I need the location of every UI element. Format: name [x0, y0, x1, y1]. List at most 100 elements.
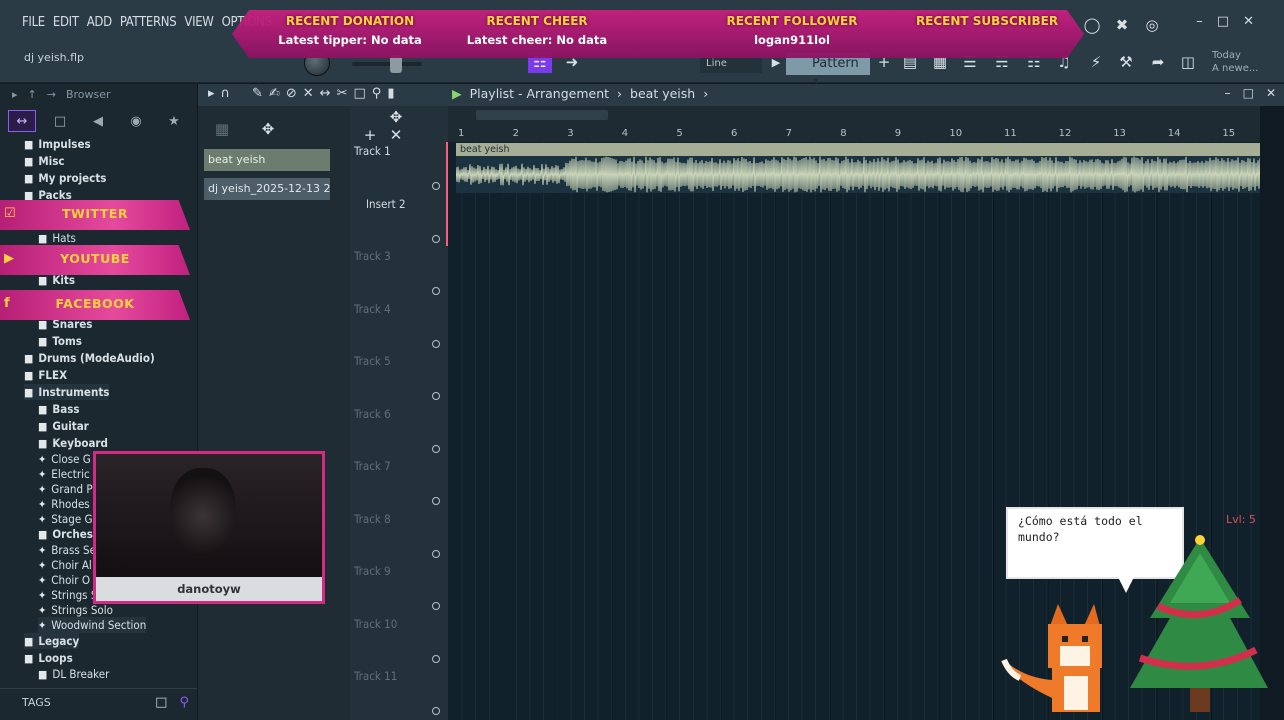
track-name[interactable]: Insert 2 — [366, 197, 406, 211]
maximize-icon[interactable]: □ — [1217, 14, 1229, 29]
speaker-tab[interactable]: ◀ — [84, 110, 112, 132]
browser-item[interactable]: ■ DL Breaker — [38, 666, 109, 682]
share-icon[interactable]: ➦ — [1146, 51, 1170, 73]
maximize-icon[interactable]: □ — [1243, 86, 1254, 100]
track-mute-led[interactable] — [432, 287, 440, 295]
browser-item[interactable]: ■ FLEX — [24, 367, 67, 383]
paint-icon[interactable]: ✍ — [269, 86, 280, 101]
browser-item[interactable]: ✦ Close G — [38, 451, 91, 467]
search-icon[interactable]: ⚲ — [179, 695, 189, 710]
file-tab[interactable]: □ — [46, 110, 74, 132]
menu-item-edit[interactable]: EDIT — [53, 15, 79, 30]
track-mute-led[interactable] — [432, 234, 440, 243]
pattern-item[interactable]: dj yeish_2025-12-13 23-... — [204, 178, 330, 200]
menu-arrow-icon[interactable]: ▸ — [208, 86, 215, 101]
browser-item[interactable]: ■ Misc — [24, 153, 65, 169]
browser-item[interactable]: ■ Hats — [38, 230, 76, 246]
browser-item[interactable]: ✦ Brass Se — [38, 542, 96, 558]
mute-icon[interactable]: ✕ — [303, 86, 314, 101]
close-track-icon[interactable]: ✕ — [384, 124, 408, 146]
slip-icon[interactable]: ↔ — [320, 86, 331, 101]
track-name[interactable]: Track 1 — [354, 144, 391, 158]
track-name[interactable]: Track 4 — [354, 302, 391, 316]
track-mute-led[interactable] — [432, 392, 440, 400]
track-mute-led[interactable] — [432, 497, 440, 505]
playback-icon[interactable]: ▮ — [387, 86, 394, 101]
pattern-item[interactable]: beat yeish — [204, 149, 330, 171]
folder-icon[interactable]: □ — [155, 695, 167, 710]
browser-item[interactable]: ■ Loops — [24, 650, 73, 666]
track-name[interactable]: Track 9 — [354, 564, 391, 578]
browser-item[interactable]: ✦ Grand P — [38, 481, 93, 497]
track-name[interactable]: Track 6 — [354, 407, 391, 421]
menu-item-file[interactable]: FILE — [22, 15, 45, 30]
arrow-up-icon[interactable]: ↑ — [28, 88, 37, 101]
browser-item[interactable]: ■ Bass — [38, 401, 80, 417]
browser-item[interactable]: ■ Guitar — [38, 418, 89, 434]
track-name[interactable]: Track 11 — [354, 669, 397, 683]
microphone-icon[interactable]: ◎ — [1140, 14, 1164, 36]
banner-value: logan911lol — [754, 33, 830, 47]
track-name[interactable]: Track 5 — [354, 354, 391, 368]
menu-item-add[interactable]: ADD — [87, 15, 112, 30]
play-icon[interactable]: ▶ — [452, 86, 462, 101]
audio-clip[interactable]: beat yeish — [456, 143, 1260, 193]
track-mute-led[interactable] — [432, 339, 440, 348]
track-mute-led[interactable] — [432, 182, 440, 190]
track-name[interactable]: Track 3 — [354, 249, 391, 263]
browser-item[interactable]: ✦ Stage G — [38, 511, 93, 527]
playhead[interactable] — [446, 142, 456, 246]
track-mute-led[interactable] — [432, 707, 440, 715]
track-name[interactable]: Track 10 — [354, 617, 397, 631]
star-tab[interactable]: ★ — [160, 110, 188, 132]
slice-icon[interactable]: ✂ — [337, 86, 348, 101]
browser-item[interactable]: ✦ Rhodes — [38, 496, 90, 512]
preset-icon: ✦ — [38, 482, 47, 496]
menu-item-patterns[interactable]: PATTERNS — [120, 15, 177, 30]
cart-icon[interactable]: ◫ — [1176, 51, 1200, 73]
browser-item[interactable]: ✦ Choir O — [38, 572, 90, 588]
picker-icon[interactable]: ▦ — [210, 118, 234, 140]
browser-item[interactable]: ■ Impulses — [24, 136, 91, 152]
browser-item[interactable]: ■ My projects — [24, 170, 106, 186]
track-mute-led[interactable] — [432, 654, 440, 663]
tools-icon[interactable]: ⚒ — [1114, 51, 1138, 73]
track-mute-led[interactable] — [432, 444, 440, 453]
scrollbar[interactable] — [476, 110, 608, 120]
browser-item[interactable]: ■ Legacy — [24, 633, 80, 649]
minimize-icon[interactable]: – — [1196, 14, 1203, 29]
browser-item[interactable]: ■ Instruments — [24, 384, 110, 400]
pencil-icon[interactable]: ✎ — [252, 86, 263, 101]
browser-item[interactable]: ■ Keyboard — [38, 435, 108, 451]
browser-item[interactable]: ✦ Electric — [38, 466, 90, 482]
browser-item[interactable]: ■ Toms — [38, 333, 82, 349]
close-icon[interactable]: ✕ — [1243, 14, 1254, 29]
arrow-right-icon[interactable]: → — [47, 88, 56, 101]
browser-item[interactable]: ■ Drums (ModeAudio) — [24, 350, 155, 366]
minimize-icon[interactable]: – — [1225, 86, 1231, 100]
track-mute-led[interactable] — [432, 549, 440, 558]
timeline-ruler[interactable]: 1 2 3 4 5 6 7 8 9 10 11 12 13 14 15 — [448, 106, 1260, 142]
track-name[interactable]: Track 7 — [354, 459, 391, 473]
zoom-icon[interactable]: ⚲ — [372, 86, 382, 101]
select-icon[interactable]: □ — [353, 86, 365, 101]
move-icon[interactable]: ✥ — [256, 118, 280, 140]
browser-item[interactable]: ■ Orches — [38, 526, 93, 542]
browser-item[interactable]: ✦ Woodwind Section — [38, 617, 147, 633]
recent-donation: RECENT DONATION Latest tipper: No data — [250, 14, 450, 47]
track-name[interactable]: Track 8 — [354, 512, 391, 526]
close-icon[interactable]: ✕ — [1266, 86, 1276, 100]
add-track-icon[interactable]: + — [358, 124, 382, 146]
all-files-tab[interactable]: ↔ — [8, 110, 36, 132]
track-mute-led[interactable] — [432, 602, 440, 610]
plug-icon[interactable]: ⚡ — [1084, 51, 1108, 73]
arrow-left-icon[interactable]: ▸ — [12, 88, 18, 101]
browser-item[interactable]: ✦ Choir Al — [38, 557, 92, 573]
scissors-icon[interactable]: ✖ — [1110, 14, 1134, 36]
browser-item[interactable]: ✦ Strings Solo — [38, 602, 113, 618]
menu-item-view[interactable]: VIEW — [184, 15, 214, 30]
delete-icon[interactable]: ⊘ — [286, 86, 297, 101]
magnet-icon[interactable]: ∩ — [221, 86, 231, 101]
plugin-tab[interactable]: ◉ — [122, 110, 150, 132]
news-panel[interactable]: Today A newe... — [1212, 49, 1258, 75]
